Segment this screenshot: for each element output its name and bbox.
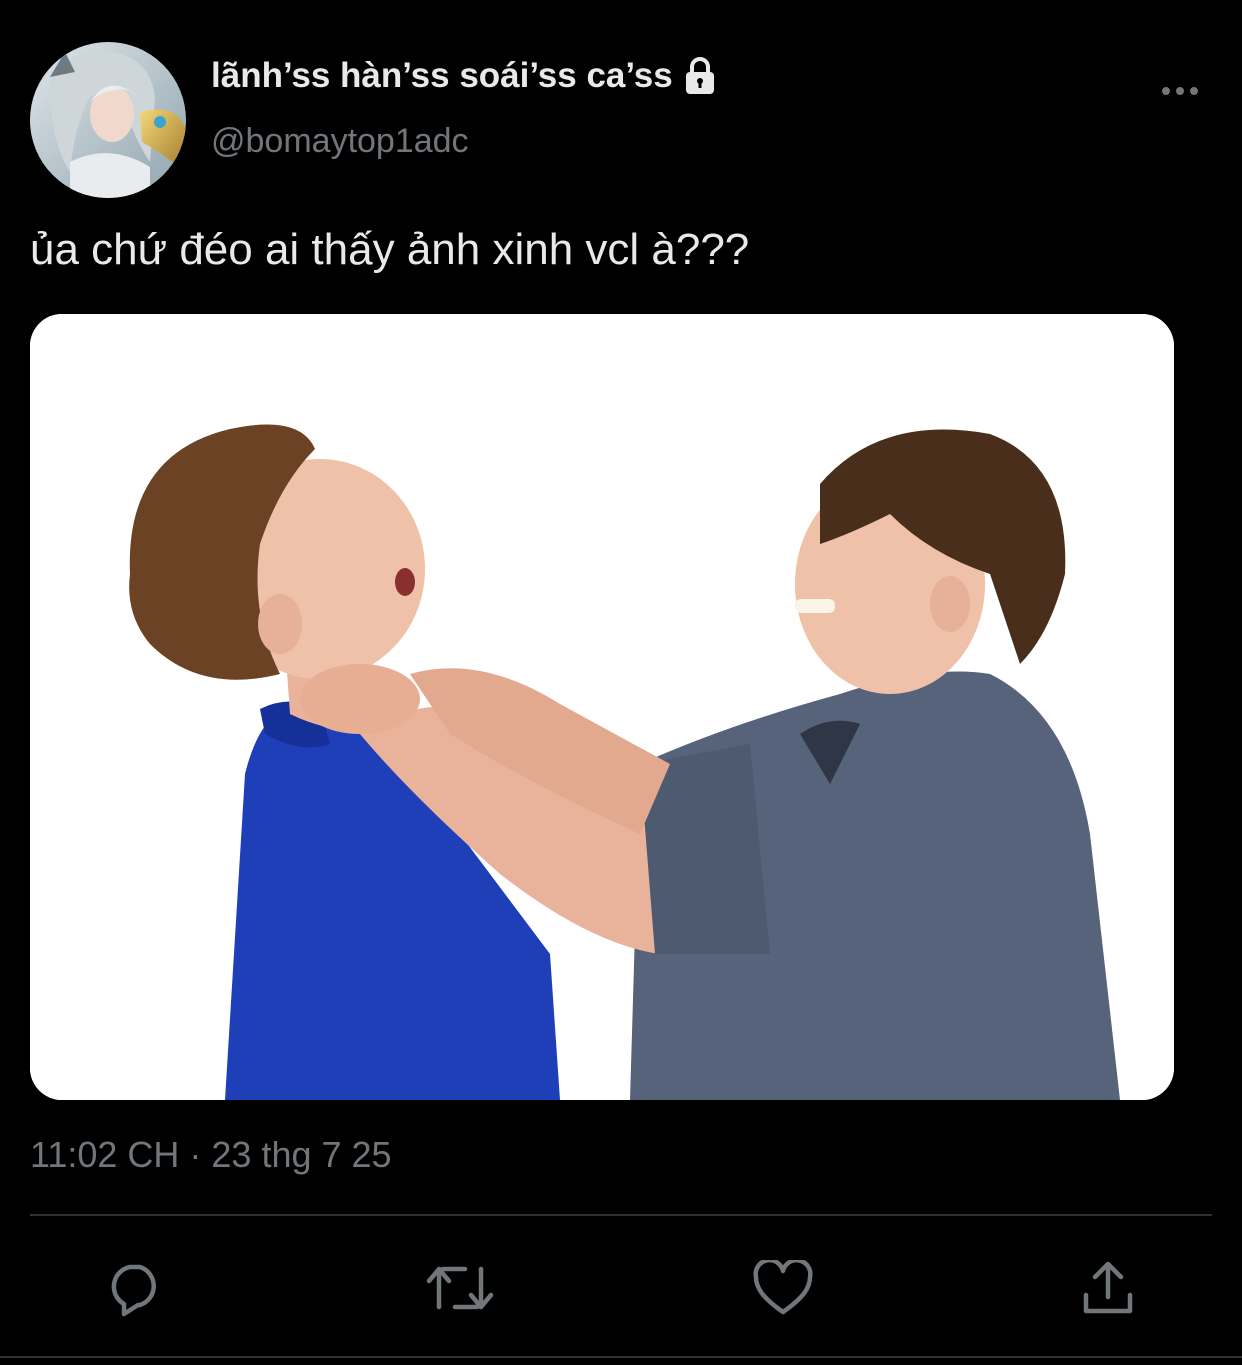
tweet-timestamp[interactable]: 11:02 CH · 23 thg 7 25 xyxy=(30,1134,392,1176)
bottom-divider xyxy=(0,1356,1242,1358)
avatar-image xyxy=(30,42,186,198)
reply-icon xyxy=(111,1264,156,1317)
share-icon xyxy=(1083,1261,1133,1314)
retweet-button[interactable] xyxy=(425,1256,495,1320)
author-name-row[interactable]: lãnh’ss hàn’ss soái’ss ca’ss xyxy=(211,56,717,96)
tweet-text: ủa chứ đéo ai thấy ảnh xinh vcl à??? xyxy=(30,225,750,274)
like-button[interactable] xyxy=(751,1256,815,1320)
author-handle[interactable]: @bomaytop1adc xyxy=(211,122,469,161)
avatar[interactable] xyxy=(30,42,186,198)
tweet-media[interactable] xyxy=(30,314,1174,1100)
divider xyxy=(30,1214,1212,1216)
share-button[interactable] xyxy=(1076,1256,1140,1320)
author-display-name: lãnh’ss hàn’ss soái’ss ca’ss xyxy=(211,56,673,95)
retweet-icon xyxy=(426,1266,494,1310)
reply-button[interactable] xyxy=(103,1256,167,1320)
heart-icon xyxy=(753,1260,813,1315)
photo-image xyxy=(30,314,1174,1100)
lock-icon xyxy=(683,56,717,96)
more-icon[interactable] xyxy=(1150,76,1210,106)
